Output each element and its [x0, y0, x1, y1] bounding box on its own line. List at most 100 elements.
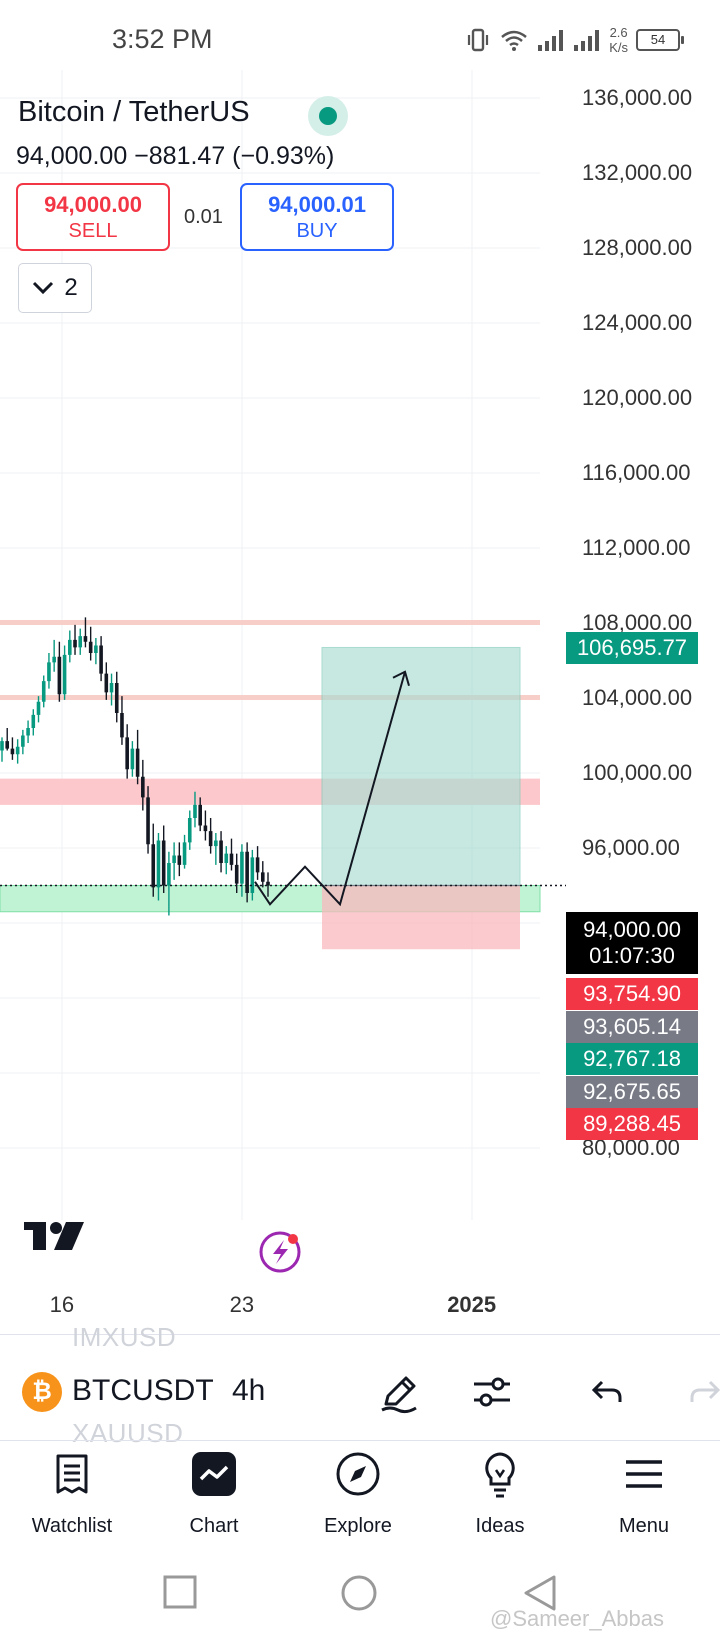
sell-label: SELL	[68, 219, 118, 242]
candle-body	[214, 840, 218, 847]
undo-icon[interactable]	[584, 1368, 632, 1416]
price-change-line: 94,000.00 −881.47 (−0.93%)	[16, 142, 335, 170]
candle	[47, 653, 51, 689]
tradingview-logo-icon	[24, 1222, 84, 1250]
price-tick-label: 120,000.00	[582, 385, 693, 410]
candle-body	[172, 855, 176, 863]
candle	[125, 724, 129, 779]
symbol-title[interactable]: Bitcoin / TetherUS	[18, 96, 250, 129]
signal-icon	[574, 30, 600, 51]
nav-chart[interactable]: Chart	[154, 1450, 274, 1538]
redo-icon[interactable]	[680, 1368, 720, 1416]
candle-body	[255, 857, 260, 873]
candle	[0, 737, 4, 762]
indicator-settings-icon[interactable]	[468, 1368, 516, 1416]
candle-body	[161, 840, 166, 886]
candle-body	[151, 844, 156, 888]
wifi-icon	[501, 30, 528, 51]
candle-body	[78, 636, 83, 648]
candle	[10, 737, 15, 760]
candle	[15, 739, 20, 764]
candle-body	[26, 728, 30, 736]
time-tick-label: 23	[229, 1292, 255, 1317]
buy-button[interactable]: 94,000.01 BUY	[240, 183, 394, 251]
price-tick-label: 116,000.00	[582, 460, 691, 485]
candle	[135, 729, 140, 785]
price-tick-label: 112,000.00	[582, 535, 691, 560]
signal-icon	[538, 30, 564, 51]
candle-body	[15, 746, 20, 755]
status-time: 3:52 PM	[112, 24, 213, 54]
indicators-count: 2	[64, 274, 78, 301]
candle	[26, 720, 30, 743]
price-label: 106,695.77	[566, 632, 698, 665]
candle	[104, 662, 109, 700]
nav-ideas[interactable]: Ideas	[440, 1450, 560, 1538]
menu-icon	[626, 1460, 662, 1488]
net-speed-unit: K/s	[609, 40, 628, 55]
candle-body	[208, 831, 213, 847]
candle	[224, 846, 229, 875]
watchlist-icon	[56, 1454, 88, 1494]
candle-body	[130, 748, 135, 770]
sell-button[interactable]: 94,000.00 SELL	[16, 183, 170, 251]
candle-body	[193, 804, 197, 818]
candle-body	[47, 662, 51, 682]
battery-icon: 54	[636, 29, 684, 51]
market-open-indicator[interactable]	[308, 96, 348, 136]
candle-body	[21, 735, 25, 747]
position-stop-zone	[322, 885, 520, 950]
candle-body	[10, 748, 15, 755]
candle	[182, 834, 187, 869]
chart-icon	[192, 1452, 236, 1496]
pencil-icon[interactable]	[376, 1368, 424, 1416]
candle-body	[99, 645, 103, 674]
nav-menu[interactable]: Menu	[584, 1450, 704, 1538]
nav-label: Chart	[189, 1515, 239, 1537]
recents-icon[interactable]	[162, 1574, 198, 1610]
candle	[229, 838, 234, 871]
interval-selector[interactable]: 4h	[232, 1374, 265, 1408]
candle	[120, 696, 124, 745]
chevron-down-icon	[33, 281, 54, 295]
symbol-selector[interactable]: BTCUSDT	[72, 1374, 214, 1408]
candle-body	[83, 636, 88, 642]
candle-body	[260, 872, 265, 882]
candle-body	[240, 851, 244, 884]
bitcoin-icon: ₿	[22, 1372, 62, 1412]
candle	[52, 639, 56, 672]
price-tick-label: 128,000.00	[582, 235, 693, 260]
candle	[219, 831, 223, 873]
candle	[109, 673, 114, 706]
home-icon[interactable]	[340, 1574, 378, 1612]
candle	[161, 825, 166, 893]
net-speed-value: 2.6	[609, 25, 628, 40]
candle	[31, 709, 36, 736]
candle	[99, 636, 103, 682]
candle	[88, 626, 93, 661]
lightbulb-icon	[485, 1452, 515, 1498]
candle-body	[41, 681, 46, 702]
candle-body	[187, 818, 192, 843]
candle-body	[94, 645, 98, 653]
indicators-toggle-button[interactable]: 2	[18, 263, 92, 313]
watermark: @Sameer_Abbas	[490, 1606, 664, 1631]
price-label: 89,288.45	[566, 1108, 698, 1141]
nav-explore[interactable]: Explore	[298, 1450, 418, 1538]
candle-body	[234, 864, 239, 884]
candle	[187, 810, 192, 850]
last-price-value: 94,000.00	[583, 917, 681, 942]
nav-label: Ideas	[475, 1515, 525, 1537]
candle-body	[198, 804, 202, 826]
candle-body	[120, 713, 124, 738]
candle	[250, 849, 255, 901]
candle-body	[245, 851, 249, 893]
time-tick-label: 16	[49, 1292, 75, 1317]
candle	[78, 628, 83, 655]
nav-watchlist[interactable]: Watchlist	[12, 1450, 132, 1538]
candle-body	[219, 840, 223, 863]
lightning-icon	[259, 1231, 301, 1273]
candle-body	[135, 748, 140, 777]
candle-body	[125, 737, 129, 770]
candle	[68, 630, 72, 663]
